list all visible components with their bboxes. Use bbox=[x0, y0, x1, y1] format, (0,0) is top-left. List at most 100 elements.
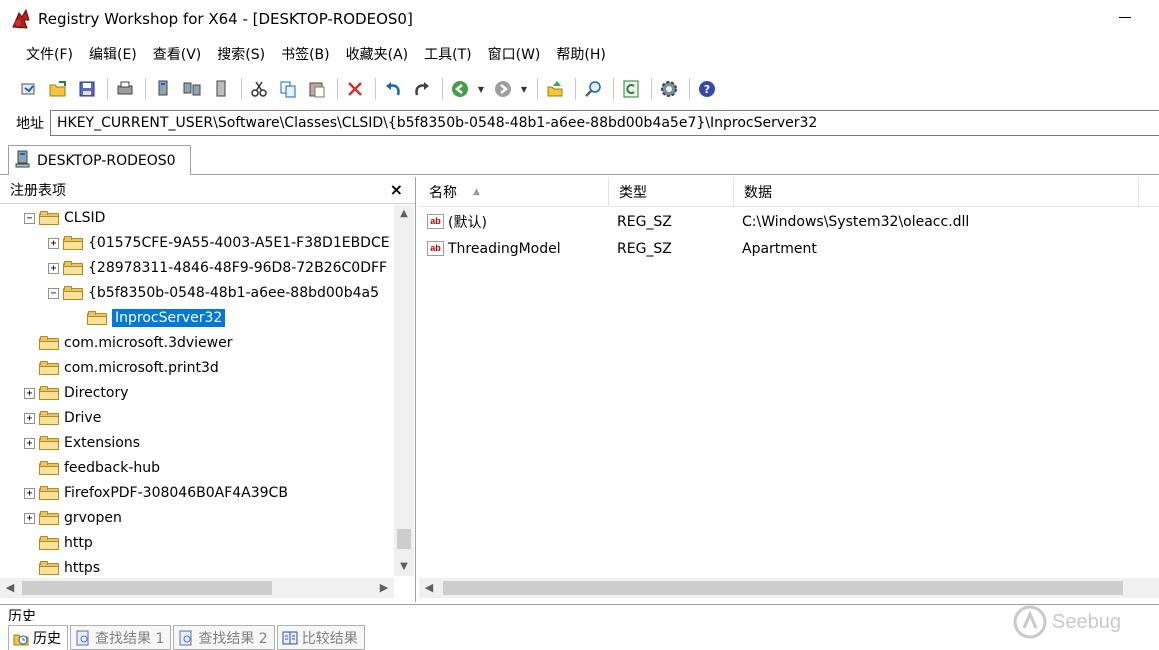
title-bar: Registry Workshop for X64 - [DESKTOP-ROD… bbox=[0, 0, 1159, 38]
network-registry-icon[interactable] bbox=[179, 76, 205, 102]
connect-registry-icon[interactable] bbox=[16, 76, 42, 102]
tab-find-results-1-label: 查找结果 1 bbox=[95, 630, 165, 647]
open-icon[interactable] bbox=[45, 76, 71, 102]
session-tab[interactable]: DESKTOP-RODEOS0 bbox=[8, 145, 191, 175]
tree-vertical-scrollbar[interactable]: ▲ ▼ bbox=[394, 205, 414, 576]
value-row[interactable]: ab (默认) REG_SZ C:\Windows\System32\oleac… bbox=[419, 209, 1159, 234]
address-label: 地址 bbox=[16, 116, 44, 132]
app-icon bbox=[10, 8, 32, 30]
value-row[interactable]: ab ThreadingModel REG_SZ Apartment bbox=[419, 236, 1159, 261]
tree-item[interactable]: + grvopen bbox=[24, 506, 122, 530]
history-icon bbox=[13, 630, 29, 646]
save-icon[interactable] bbox=[74, 76, 100, 102]
menu-help[interactable]: 帮助(H) bbox=[548, 42, 613, 68]
refresh-icon[interactable] bbox=[618, 76, 644, 102]
toolbar-separator bbox=[613, 78, 614, 100]
tree-item[interactable]: https bbox=[24, 556, 100, 576]
scroll-down-icon[interactable]: ▼ bbox=[394, 558, 414, 576]
folder-icon bbox=[39, 511, 59, 525]
values-horizontal-scrollbar[interactable]: ◀ bbox=[419, 578, 1159, 598]
menu-favorites[interactable]: 收藏夹(A) bbox=[338, 42, 417, 68]
scrollbar-thumb[interactable] bbox=[22, 581, 272, 595]
forward-dropdown-icon[interactable]: ▼ bbox=[519, 76, 529, 102]
menu-bar: 文件(F) 编辑(E) 查看(V) 搜索(S) 书签(B) 收藏夹(A) 工具(… bbox=[0, 40, 1159, 70]
menu-view[interactable]: 查看(V) bbox=[145, 42, 210, 68]
tree-item-label: CLSID bbox=[64, 210, 106, 226]
address-input[interactable]: HKEY_CURRENT_USER\Software\Classes\CLSID… bbox=[50, 110, 1159, 136]
toolbar-separator bbox=[689, 78, 690, 100]
delete-icon[interactable] bbox=[342, 76, 368, 102]
column-header-name[interactable]: 名称 ▲ bbox=[419, 176, 609, 207]
collapse-icon[interactable]: − bbox=[48, 287, 59, 299]
expand-icon[interactable]: + bbox=[24, 487, 35, 499]
folder-icon bbox=[63, 261, 83, 275]
find-results-icon bbox=[75, 630, 91, 646]
value-data: Apartment bbox=[742, 240, 817, 257]
menu-search[interactable]: 搜索(S) bbox=[209, 42, 273, 68]
folder-icon bbox=[39, 386, 59, 400]
menu-bookmarks[interactable]: 书签(B) bbox=[273, 42, 338, 68]
forward-icon[interactable] bbox=[490, 76, 516, 102]
tree-item[interactable]: InprocServer32 bbox=[72, 306, 226, 330]
local-registry-icon[interactable] bbox=[150, 76, 176, 102]
menu-file[interactable]: 文件(F) bbox=[18, 42, 81, 68]
expand-icon[interactable]: + bbox=[24, 512, 35, 524]
scroll-left-icon[interactable]: ◀ bbox=[419, 578, 439, 598]
print-icon[interactable] bbox=[112, 76, 138, 102]
tree-item[interactable]: − CLSID bbox=[24, 206, 105, 230]
column-header-data-label: 数据 bbox=[744, 184, 772, 201]
menu-edit[interactable]: 编辑(E) bbox=[81, 42, 145, 68]
tab-find-results-2[interactable]: 查找结果 2 bbox=[173, 625, 275, 650]
expand-icon[interactable]: + bbox=[48, 237, 59, 249]
tree-horizontal-scrollbar[interactable]: ◀ ▶ bbox=[0, 578, 394, 598]
offline-registry-icon[interactable] bbox=[208, 76, 234, 102]
tab-compare-results[interactable]: 比较结果 bbox=[276, 625, 365, 650]
expand-icon[interactable]: + bbox=[24, 437, 35, 449]
options-icon[interactable] bbox=[656, 76, 682, 102]
collapse-icon[interactable]: − bbox=[24, 212, 35, 224]
scroll-left-icon[interactable]: ◀ bbox=[0, 578, 20, 598]
scroll-up-icon[interactable]: ▲ bbox=[394, 205, 414, 223]
scrollbar-thumb[interactable] bbox=[443, 581, 1123, 595]
tree-item[interactable]: + Directory bbox=[24, 381, 129, 405]
scrollbar-thumb[interactable] bbox=[397, 529, 411, 549]
tree-item[interactable]: + {28978311-4846-48F9-96D8-72B26C0DFF bbox=[48, 256, 387, 280]
back-icon[interactable] bbox=[447, 76, 473, 102]
minimize-button[interactable] bbox=[1119, 17, 1131, 18]
folder-icon bbox=[39, 561, 59, 575]
paste-icon[interactable] bbox=[304, 76, 330, 102]
tree-item-label: Drive bbox=[64, 410, 102, 426]
tab-history[interactable]: 历史 bbox=[8, 625, 68, 650]
value-type: REG_SZ bbox=[617, 240, 672, 257]
expand-icon[interactable]: + bbox=[24, 412, 35, 424]
help-icon[interactable]: ? bbox=[694, 76, 720, 102]
folder-icon bbox=[87, 311, 107, 325]
tree-item[interactable]: + {01575CFE-9A55-4003-A5E1-F38D1EBDCE bbox=[48, 231, 390, 255]
back-dropdown-icon[interactable]: ▼ bbox=[476, 76, 486, 102]
close-icon[interactable]: × bbox=[390, 180, 403, 199]
expand-icon[interactable]: + bbox=[48, 262, 59, 274]
tree-item[interactable]: feedback-hub bbox=[24, 456, 160, 480]
tree-item[interactable]: com.microsoft.3dviewer bbox=[24, 331, 232, 355]
column-header-data[interactable]: 数据 bbox=[734, 176, 1139, 207]
undo-icon[interactable] bbox=[380, 76, 406, 102]
tree-item[interactable]: + Extensions bbox=[24, 431, 140, 455]
tree-item[interactable]: + FirefoxPDF-308046B0AF4A39CB bbox=[24, 481, 288, 505]
column-header-type[interactable]: 类型 bbox=[609, 176, 734, 207]
find-icon[interactable] bbox=[580, 76, 606, 102]
scroll-right-icon[interactable]: ▶ bbox=[374, 578, 394, 598]
tab-find-results-1[interactable]: 查找结果 1 bbox=[70, 625, 172, 650]
cut-icon[interactable] bbox=[246, 76, 272, 102]
compare-results-icon bbox=[282, 630, 298, 646]
go-up-icon[interactable] bbox=[542, 76, 568, 102]
tree-item[interactable]: http bbox=[24, 531, 93, 555]
menu-window[interactable]: 窗口(W) bbox=[480, 42, 549, 68]
tree-item[interactable]: − {b5f8350b-0548-48b1-a6ee-88bd00b4a5 bbox=[48, 281, 379, 305]
copy-icon[interactable] bbox=[275, 76, 301, 102]
tree-item[interactable]: com.microsoft.print3d bbox=[24, 356, 219, 380]
tree-item[interactable]: + Drive bbox=[24, 406, 101, 430]
expand-icon[interactable]: + bbox=[24, 387, 35, 399]
redo-icon[interactable] bbox=[409, 76, 435, 102]
menu-tools[interactable]: 工具(T) bbox=[416, 42, 479, 68]
registry-tree: − CLSID + {01575CFE-9A55-4003-A5E1-F38D1EBD… bbox=[0, 205, 394, 576]
